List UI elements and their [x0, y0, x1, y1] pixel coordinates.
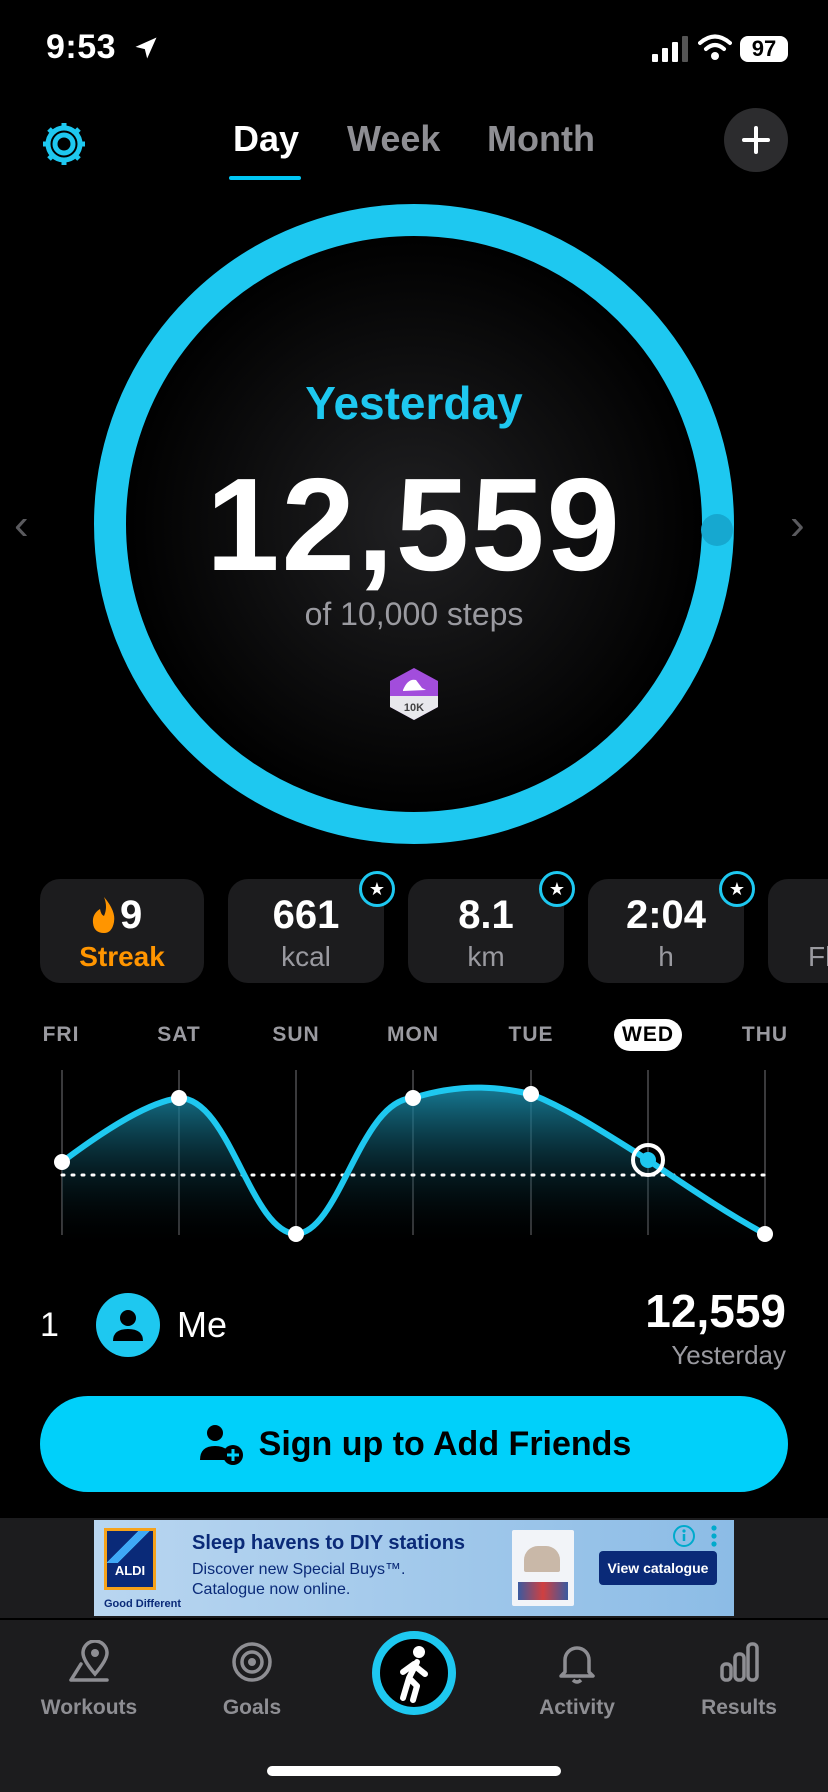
- tab-activity-label: Activity: [539, 1696, 615, 1719]
- bar-chart-icon: [720, 1642, 759, 1682]
- tab-day-underline: [229, 176, 301, 180]
- day-label-mon[interactable]: MON: [368, 1023, 458, 1047]
- person-icon: [113, 1310, 143, 1341]
- floors-unit: Fl: [808, 941, 828, 972]
- view-catalogue-button[interactable]: View catalogue: [599, 1551, 717, 1585]
- target-icon: [232, 1642, 272, 1682]
- status-time: 9:53: [46, 28, 117, 66]
- chart-point-mon: [405, 1090, 421, 1106]
- tab-activity[interactable]: Activity: [507, 1640, 647, 1720]
- steps-goal-text: of 10,000 steps: [304, 596, 524, 632]
- leaderboard-steps: 12,559: [645, 1285, 786, 1337]
- aldi-logo: ALDI: [104, 1528, 156, 1590]
- tab-workouts[interactable]: Workouts: [19, 1639, 159, 1720]
- leaderboard-rank: 1: [40, 1306, 59, 1344]
- duration-star-badge-icon: ★: [719, 871, 755, 907]
- day-label-sun[interactable]: SUN: [251, 1023, 341, 1047]
- ad-banner[interactable]: ALDI Good Different Sleep havens to DIY …: [94, 1520, 734, 1616]
- chart-point-sun: [288, 1226, 304, 1242]
- ad-headline: Sleep havens to DIY stations: [192, 1532, 466, 1554]
- tab-day[interactable]: Day: [233, 118, 299, 160]
- tab-goals[interactable]: Goals: [182, 1640, 322, 1720]
- wifi-icon: [698, 34, 732, 60]
- svg-text:10K: 10K: [404, 702, 424, 714]
- signal-icon: [652, 36, 688, 62]
- tab-results[interactable]: Results: [669, 1640, 809, 1720]
- map-pin-icon: [69, 1639, 109, 1682]
- location-arrow-icon: [135, 37, 157, 59]
- add-button[interactable]: [724, 108, 788, 172]
- leaderboard-name: Me: [177, 1304, 228, 1345]
- day-label-sat[interactable]: SAT: [134, 1023, 224, 1047]
- calories-value: 661: [272, 893, 340, 937]
- chart-point-fri: [54, 1154, 70, 1170]
- catalogue-thumbnail: [512, 1530, 574, 1606]
- walking-icon[interactable]: [369, 1628, 459, 1718]
- weekly-steps-chart: [54, 1070, 773, 1250]
- calories-star-badge-icon: ★: [359, 871, 395, 907]
- cta-label: Sign up to Add Friends: [258, 1424, 632, 1463]
- avatar[interactable]: [96, 1293, 160, 1357]
- flame-icon: [92, 897, 115, 933]
- bell-icon: [559, 1646, 595, 1684]
- ad-body-line1: Discover new Special Buys™.: [192, 1561, 406, 1578]
- streak-card[interactable]: 9 Streak: [40, 879, 204, 983]
- ring-period-label: Yesterday: [305, 377, 523, 429]
- floors-card[interactable]: Fl: [768, 879, 828, 983]
- distance-star-badge-icon: ★: [539, 871, 575, 907]
- tab-week[interactable]: Week: [347, 118, 440, 160]
- ad-info-icon[interactable]: [672, 1524, 696, 1548]
- duration-unit: h: [658, 941, 674, 972]
- home-indicator[interactable]: [267, 1766, 561, 1776]
- settings-gear-icon[interactable]: [38, 118, 90, 170]
- streak-label: Streak: [79, 941, 165, 972]
- duration-value: 2:04: [625, 893, 707, 937]
- tab-workouts-label: Workouts: [40, 1696, 138, 1719]
- distance-value: 8.1: [458, 893, 514, 937]
- tab-results-label: Results: [701, 1696, 777, 1719]
- 10k-achievement-badge-icon: 10K: [390, 668, 438, 720]
- day-label-wed-selected[interactable]: WED: [614, 1019, 682, 1051]
- day-label-fri[interactable]: FRI: [16, 1023, 106, 1047]
- chart-point-thu: [757, 1226, 773, 1242]
- add-person-icon: [199, 1425, 243, 1465]
- calories-unit: kcal: [281, 941, 331, 972]
- tab-month[interactable]: Month: [487, 118, 595, 160]
- day-label-thu[interactable]: THU: [720, 1023, 810, 1047]
- battery-level: 97: [740, 36, 788, 62]
- chart-point-sat: [171, 1090, 187, 1106]
- ad-body-line2: Catalogue now online.: [192, 1581, 351, 1598]
- day-label-tue[interactable]: TUE: [486, 1023, 576, 1047]
- steps-count: 12,559: [206, 451, 622, 598]
- distance-unit: km: [467, 941, 505, 972]
- chart-point-tue: [523, 1086, 539, 1102]
- ad-body: Discover new Special Buys™. Catalogue no…: [192, 1560, 452, 1600]
- streak-value: 9: [120, 893, 143, 937]
- ad-options-icon[interactable]: [708, 1524, 720, 1550]
- leaderboard-period: Yesterday: [671, 1340, 786, 1370]
- plus-icon: [742, 126, 770, 154]
- sign-up-add-friends-button[interactable]: Sign up to Add Friends: [40, 1396, 788, 1492]
- tab-goals-label: Goals: [222, 1696, 282, 1719]
- ad-tagline: Good Different: [104, 1598, 181, 1610]
